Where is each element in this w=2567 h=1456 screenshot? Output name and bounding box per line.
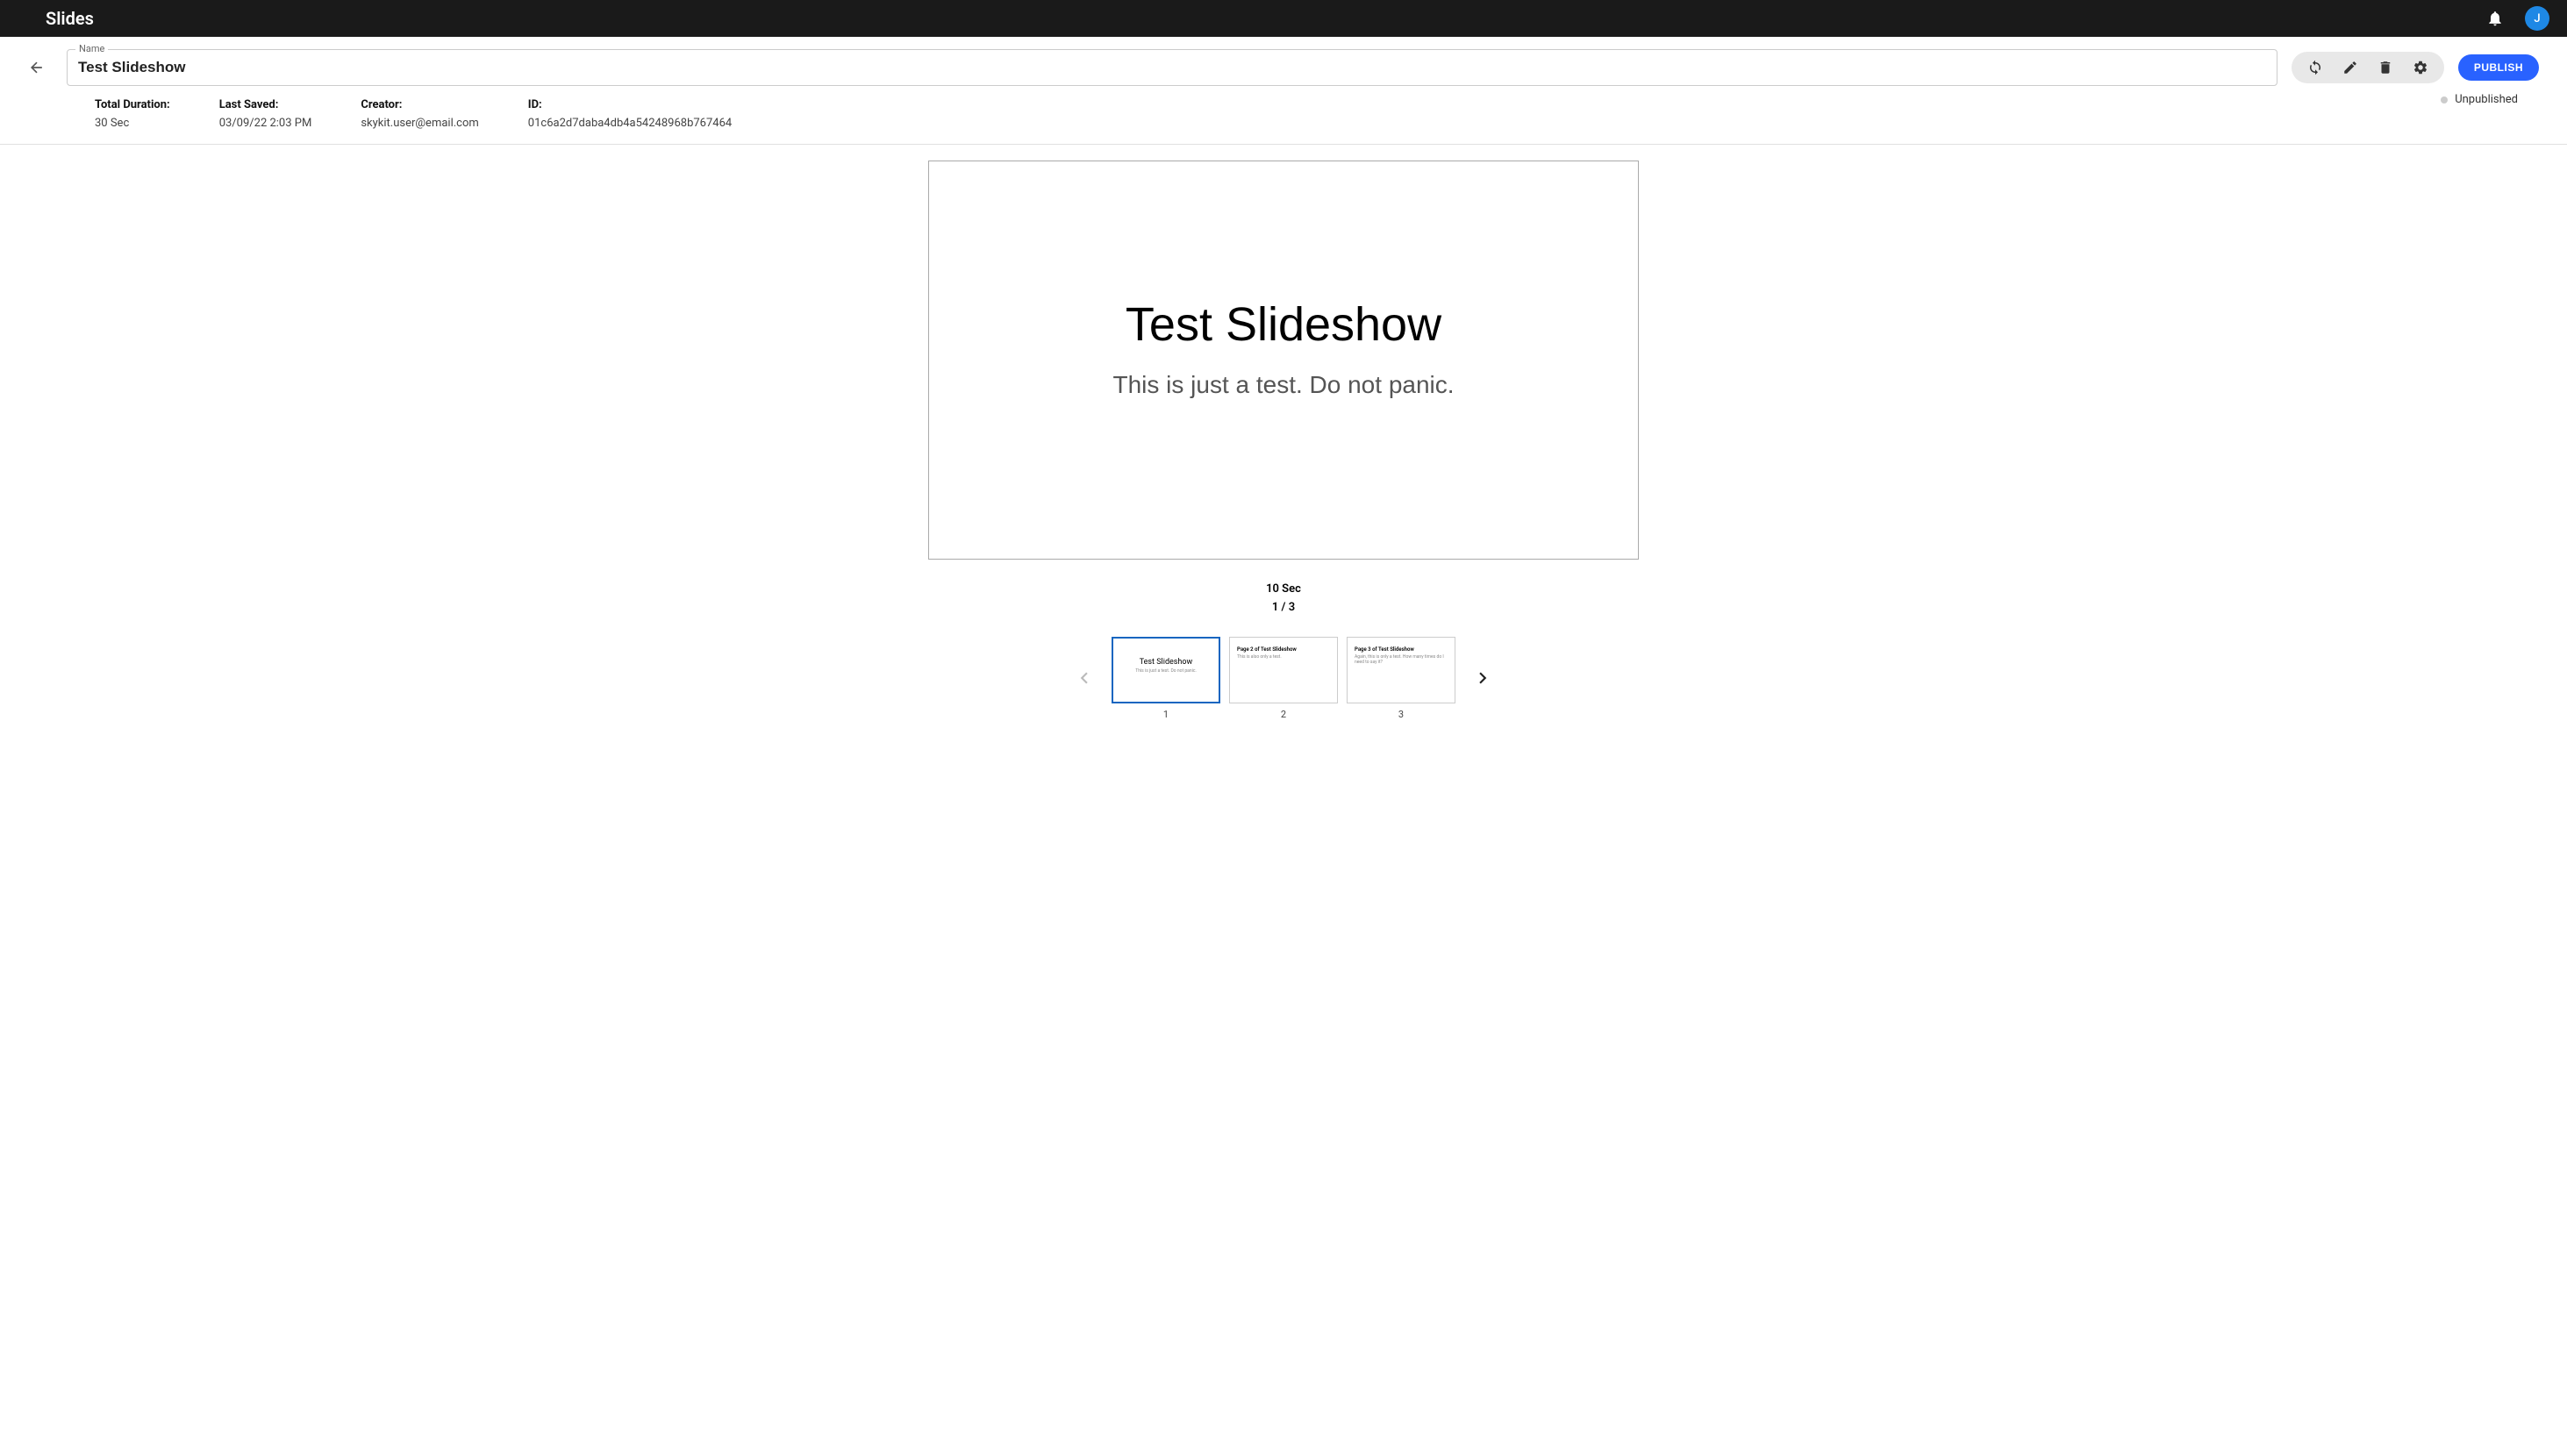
thumb-title: Page 2 of Test Slideshow (1237, 646, 1297, 653)
name-label: Name (75, 43, 108, 54)
meta-duration-label: Total Duration: (95, 98, 170, 111)
thumb-title: Test Slideshow (1140, 658, 1193, 667)
slide-title: Test Slideshow (1126, 297, 1441, 352)
thumb-subtitle: Again, this is only a test. How many tim… (1355, 654, 1448, 665)
chevron-right-icon (1471, 667, 1494, 689)
gear-icon (2413, 60, 2428, 75)
delete-button[interactable] (2369, 54, 2402, 82)
status-dot-icon (2441, 96, 2448, 103)
meta-last-saved-value: 03/09/22 2:03 PM (219, 117, 312, 130)
thumb-subtitle: This is also only a test. (1237, 654, 1282, 660)
trash-icon (2378, 60, 2393, 75)
slide-thumbnail[interactable]: Page 2 of Test SlideshowThis is also onl… (1229, 637, 1338, 703)
slide-thumbnail[interactable]: Test SlideshowThis is just a test. Do no… (1112, 637, 1220, 703)
slide-meta: 10 Sec 1 / 3 (1266, 581, 1301, 617)
thumb-wrap: Test SlideshowThis is just a test. Do no… (1112, 637, 1220, 720)
thumb-title: Page 3 of Test Slideshow (1355, 646, 1414, 653)
thumbs-container: Test SlideshowThis is just a test. Do no… (1112, 637, 1455, 720)
edit-button[interactable] (2334, 54, 2367, 82)
meta-last-saved-label: Last Saved: (219, 98, 312, 111)
thumb-strip: Test SlideshowThis is just a test. Do no… (1066, 637, 1501, 720)
name-field: Name (67, 49, 2277, 86)
meta-last-saved: Last Saved: 03/09/22 2:03 PM (219, 98, 312, 130)
thumb-wrap: Page 3 of Test SlideshowAgain, this is o… (1347, 637, 1455, 720)
meta-creator: Creator: skykit.user@email.com (361, 98, 478, 130)
meta-duration-value: 30 Sec (95, 117, 170, 130)
settings-button[interactable] (2404, 54, 2437, 82)
thumb-number: 1 (1163, 709, 1169, 720)
next-slide-button[interactable] (1464, 660, 1501, 696)
thumb-number: 3 (1398, 709, 1404, 720)
thumb-subtitle: This is just a test. Do not panic. (1135, 668, 1197, 674)
chevron-left-icon (1073, 667, 1096, 689)
slide-position: 1 / 3 (1266, 599, 1301, 617)
meta-id-value: 01c6a2d7daba4db4a54248968b767464 (528, 117, 732, 130)
header-row: Name PUBLISH (0, 37, 2567, 86)
topbar-right: J (2486, 6, 2549, 31)
avatar[interactable]: J (2525, 6, 2549, 31)
meta-id: ID: 01c6a2d7daba4db4a54248968b767464 (528, 98, 732, 130)
thumb-wrap: Page 2 of Test SlideshowThis is also onl… (1229, 637, 1338, 720)
status-badge: Unpublished (2441, 93, 2518, 106)
meta-duration: Total Duration: 30 Sec (95, 98, 170, 130)
publish-button[interactable]: PUBLISH (2458, 54, 2539, 81)
pencil-icon (2342, 60, 2358, 75)
slide-thumbnail[interactable]: Page 3 of Test SlideshowAgain, this is o… (1347, 637, 1455, 703)
topbar: Slides J (0, 0, 2567, 37)
bell-icon[interactable] (2486, 10, 2504, 27)
meta-creator-value: skykit.user@email.com (361, 117, 478, 130)
preview-area: Test Slideshow This is just a test. Do n… (0, 145, 2567, 720)
meta-id-label: ID: (528, 98, 732, 111)
sync-button[interactable] (2299, 54, 2332, 82)
meta-row: Total Duration: 30 Sec Last Saved: 03/09… (0, 86, 2567, 145)
name-input[interactable] (67, 49, 2277, 86)
status-text: Unpublished (2455, 93, 2518, 106)
app-title: Slides (46, 8, 94, 29)
slide-duration: 10 Sec (1266, 581, 1301, 599)
meta-creator-label: Creator: (361, 98, 478, 111)
toolbar-group (2292, 52, 2444, 83)
slide-subtitle: This is just a test. Do not panic. (1112, 371, 1454, 399)
slide-canvas: Test Slideshow This is just a test. Do n… (928, 161, 1639, 560)
prev-slide-button[interactable] (1066, 660, 1103, 696)
sync-icon (2307, 60, 2323, 75)
back-button[interactable] (21, 52, 53, 83)
thumb-number: 2 (1281, 709, 1286, 720)
